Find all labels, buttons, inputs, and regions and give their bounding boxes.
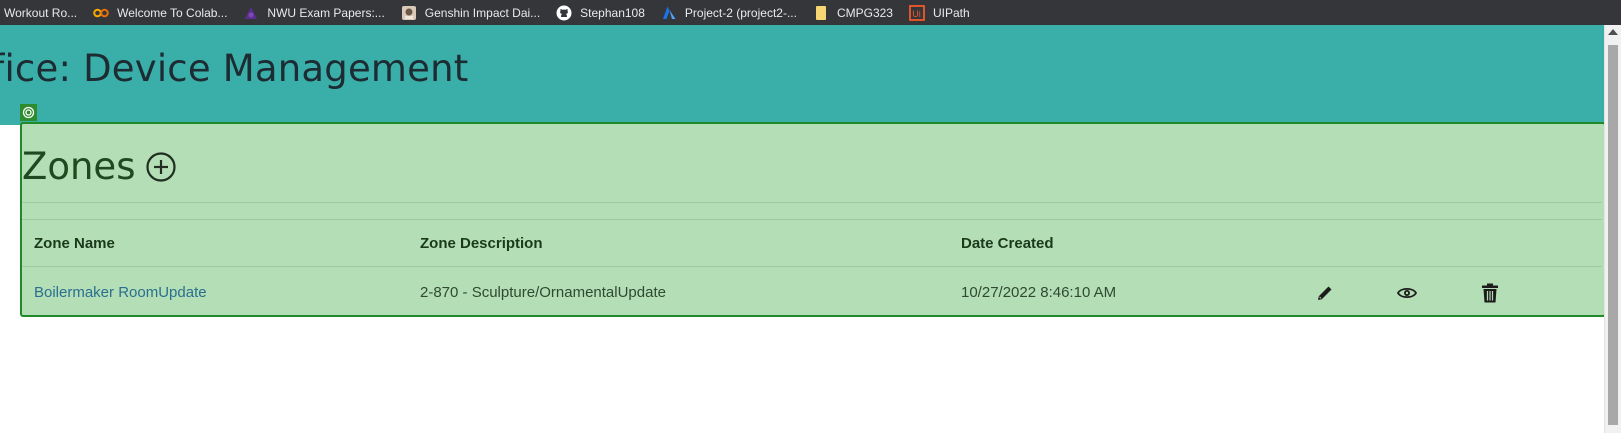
zones-title: Zones [22,145,136,188]
eye-icon[interactable] [1396,282,1418,304]
scrollbar-thumb[interactable] [1608,45,1618,425]
bookmarks-bar: Workout Ro... Welcome To Colab... NWU Ex… [0,0,1621,25]
bookmark-label: Stephan108 [580,5,645,20]
nwu-icon [243,5,259,21]
bookmark-colab[interactable]: Welcome To Colab... [93,0,227,25]
zone-name-link[interactable]: Boilermaker RoomUpdate [34,284,207,301]
azure-icon [661,5,677,21]
table-top-border [22,219,1602,220]
page-header: ffice: Device Management [0,25,1604,125]
svg-text:Ui: Ui [912,9,921,19]
page-title: ffice: Device Management [0,47,469,90]
bookmark-label: CMPG323 [836,5,893,20]
target-icon[interactable] [20,104,37,121]
bookmark-workout[interactable]: Workout Ro... [4,0,77,25]
column-header-date-created: Date Created [961,235,1054,252]
colab-icon [93,5,109,21]
zone-description: 2-870 - Sculpture/OrnamentalUpdate [420,284,666,301]
bookmark-nwu[interactable]: NWU Exam Papers:... [243,0,385,25]
bookmark-label: UIPath [932,5,970,20]
trash-icon[interactable] [1479,282,1501,304]
bookmark-project2[interactable]: Project-2 (project2-... [661,0,797,25]
plus-circle-icon[interactable] [145,151,177,183]
pencil-icon[interactable] [1314,282,1336,304]
bookmark-stephan108[interactable]: Stephan108 [556,0,645,25]
zones-heading: Zones [22,145,177,188]
bookmark-label: Project-2 (project2-... [684,5,797,20]
bookmark-genshin[interactable]: Genshin Impact Dai... [401,0,540,25]
table-header-border [22,266,1602,267]
bookmark-uipath[interactable]: Ui UIPath [909,0,970,25]
uipath-icon: Ui [909,4,925,21]
bookmark-label: NWU Exam Papers:... [267,5,385,20]
vertical-scrollbar[interactable] [1604,25,1621,433]
zone-date-created: 10/27/2022 8:46:10 AM [961,284,1117,301]
bookmark-label: Genshin Impact Dai... [424,5,541,20]
genshin-icon [401,5,417,21]
column-header-zone-description: Zone Description [420,235,543,252]
bookmark-label: Workout Ro... [4,5,78,20]
bookmark-label: Welcome To Colab... [117,5,228,20]
divider [22,202,1602,203]
github-icon [556,5,572,21]
folder-icon [813,5,829,21]
column-header-zone-name: Zone Name [34,235,115,252]
scroll-up-arrow-icon[interactable] [1608,29,1618,35]
bookmark-cmpg323[interactable]: CMPG323 [813,0,893,25]
